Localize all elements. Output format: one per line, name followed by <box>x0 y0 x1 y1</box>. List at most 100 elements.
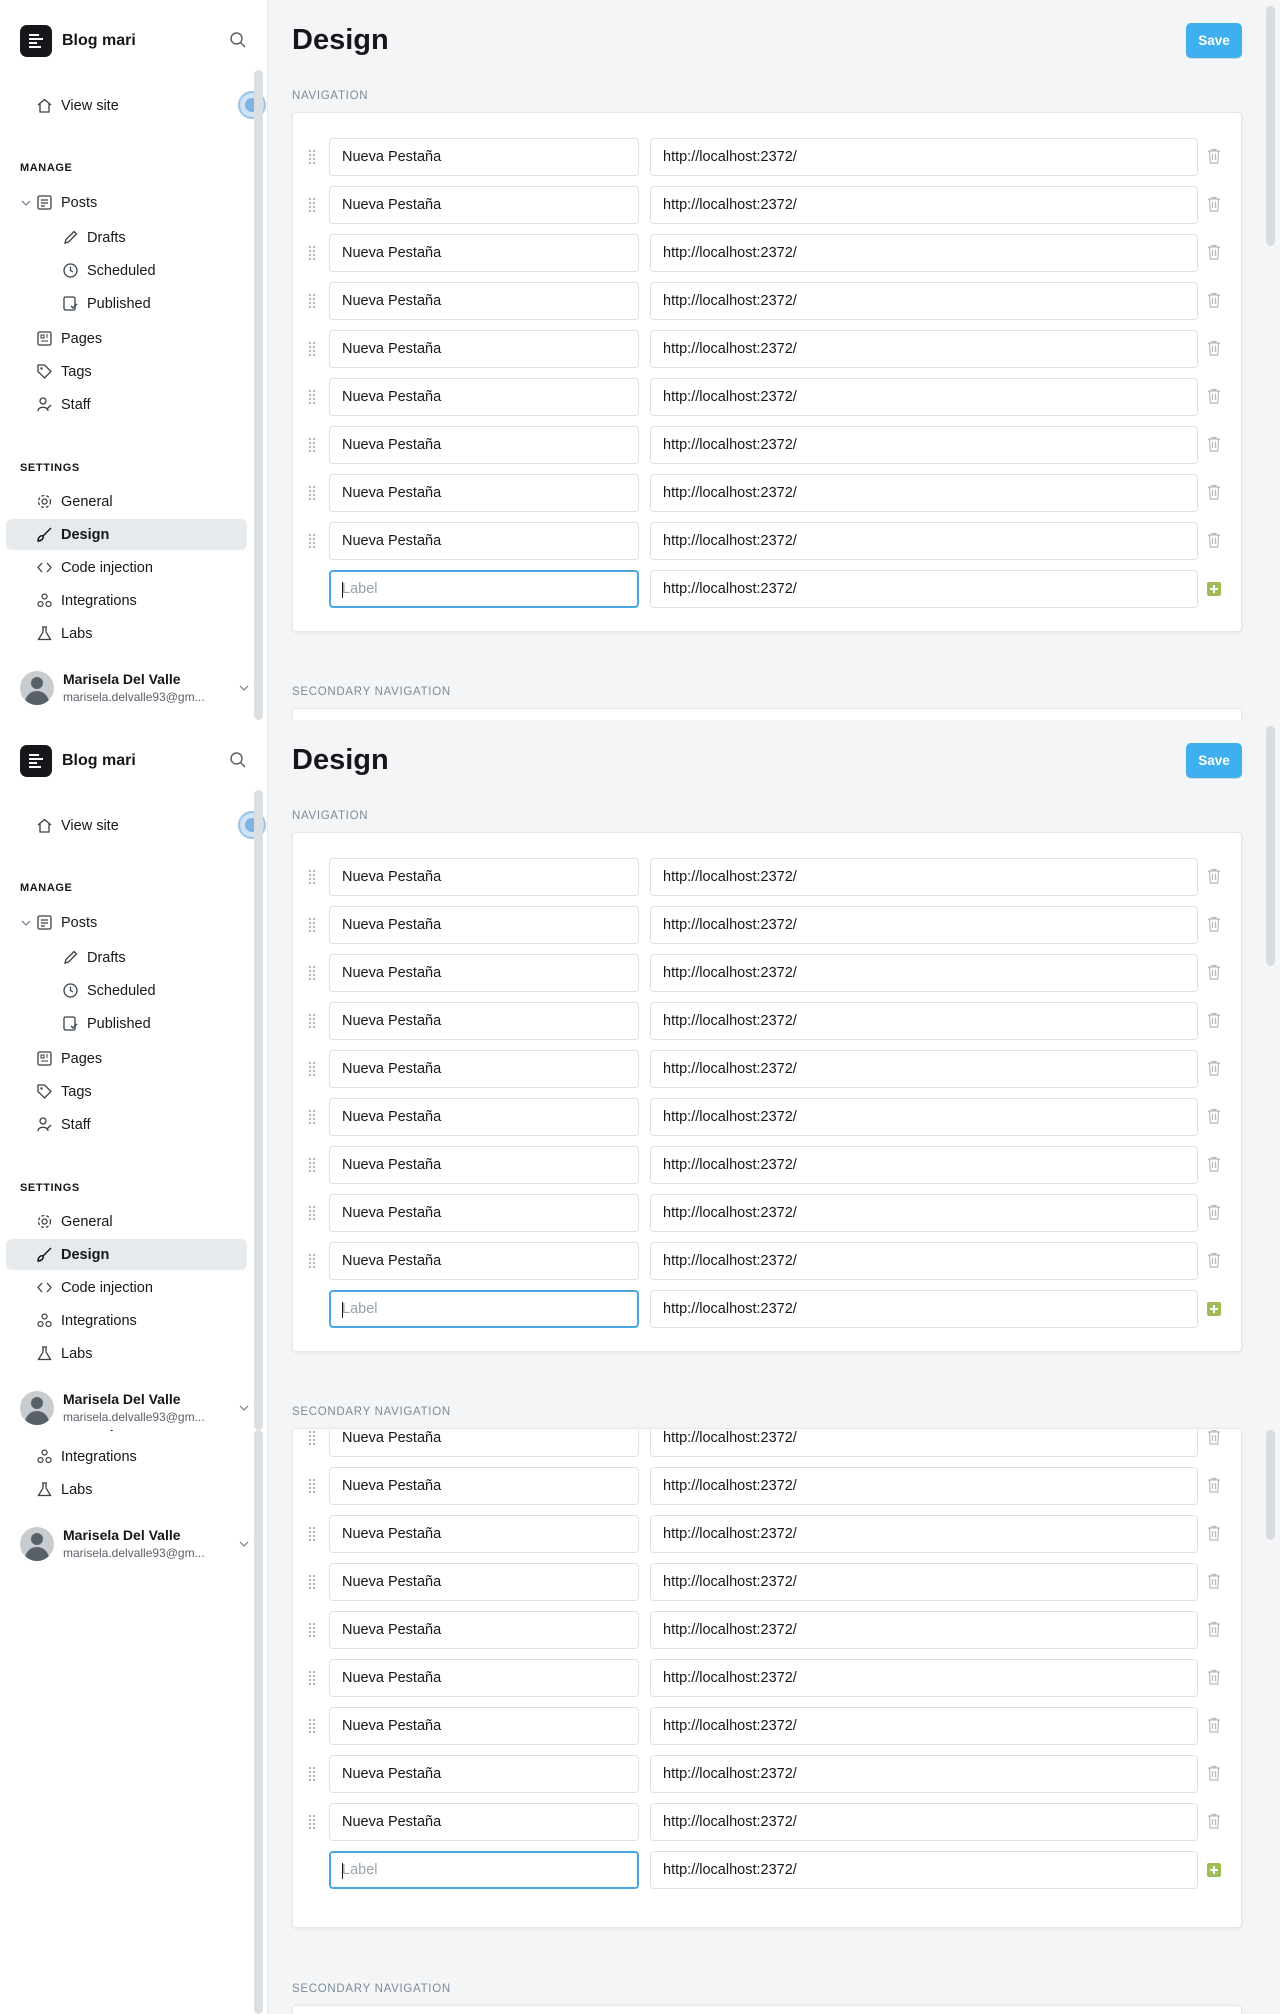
nav-view-site[interactable]: View site <box>6 810 247 841</box>
nav-label-input[interactable]: Nueva Pestaña <box>329 186 639 224</box>
nav-drafts[interactable]: Drafts <box>6 222 247 253</box>
blog-logo[interactable] <box>20 745 52 777</box>
new-url-input[interactable]: http://localhost:2372/ <box>650 570 1198 608</box>
trash-icon[interactable] <box>1207 1252 1221 1268</box>
drag-handle-icon[interactable] <box>308 965 316 981</box>
nav-design[interactable]: Design <box>6 519 247 550</box>
drag-handle-icon[interactable] <box>308 1574 316 1590</box>
nav-general[interactable]: General <box>6 1206 247 1237</box>
page-scrollbar[interactable] <box>1266 1430 1275 1540</box>
new-label-input[interactable]: Label <box>329 1290 639 1328</box>
avatar[interactable] <box>20 1527 54 1561</box>
nav-label-input[interactable]: Nueva Pestaña <box>329 1146 639 1184</box>
new-label-input[interactable]: Label <box>329 1851 639 1889</box>
drag-handle-icon[interactable] <box>308 1157 316 1173</box>
trash-icon[interactable] <box>1207 1012 1221 1028</box>
nav-url-input[interactable]: http://localhost:2372/ <box>650 426 1198 464</box>
nav-label-input[interactable]: Nueva Pestaña <box>329 138 639 176</box>
trash-icon[interactable] <box>1207 1430 1221 1445</box>
nav-url-input[interactable]: http://localhost:2372/ <box>650 378 1198 416</box>
nav-design[interactable]: Design <box>6 1239 247 1270</box>
nav-url-input[interactable]: http://localhost:2372/ <box>650 954 1198 992</box>
trash-icon[interactable] <box>1207 916 1221 932</box>
nav-tags[interactable]: Tags <box>6 1076 247 1107</box>
nav-label-input[interactable]: Nueva Pestaña <box>329 1242 639 1280</box>
nav-url-input[interactable]: http://localhost:2372/ <box>650 1563 1198 1601</box>
nav-url-input[interactable]: http://localhost:2372/ <box>650 1611 1198 1649</box>
drag-handle-icon[interactable] <box>308 389 316 405</box>
trash-icon[interactable] <box>1207 1717 1221 1733</box>
trash-icon[interactable] <box>1207 868 1221 884</box>
nav-pages[interactable]: Pages <box>6 323 247 354</box>
trash-icon[interactable] <box>1207 1108 1221 1124</box>
nav-drafts[interactable]: Drafts <box>6 942 247 973</box>
add-icon[interactable] <box>1207 1863 1221 1877</box>
trash-icon[interactable] <box>1207 244 1221 260</box>
nav-staff[interactable]: Staff <box>6 389 247 420</box>
user-menu[interactable]: Marisela Del Valle marisela.delvalle93@gm… <box>20 668 250 708</box>
nav-posts[interactable]: Posts <box>6 187 247 218</box>
nav-url-input[interactable]: http://localhost:2372/ <box>650 1146 1198 1184</box>
nav-labs[interactable]: Labs <box>6 1474 247 1505</box>
drag-handle-icon[interactable] <box>308 869 316 885</box>
page-scrollbar[interactable] <box>1266 6 1275 246</box>
sidebar-scrollbar[interactable] <box>254 790 263 1430</box>
drag-handle-icon[interactable] <box>308 1766 316 1782</box>
drag-handle-icon[interactable] <box>308 149 316 165</box>
nav-url-input[interactable]: http://localhost:2372/ <box>650 1430 1198 1457</box>
drag-handle-icon[interactable] <box>308 1430 316 1446</box>
nav-url-input[interactable]: http://localhost:2372/ <box>650 1050 1198 1088</box>
nav-published[interactable]: Published <box>6 288 247 319</box>
nav-url-input[interactable]: http://localhost:2372/ <box>650 1098 1198 1136</box>
new-url-input[interactable]: http://localhost:2372/ <box>650 1851 1198 1889</box>
drag-handle-icon[interactable] <box>308 1109 316 1125</box>
drag-handle-icon[interactable] <box>308 1253 316 1269</box>
nav-integrations[interactable]: Integrations <box>6 585 247 616</box>
trash-icon[interactable] <box>1207 1204 1221 1220</box>
nav-label-input[interactable]: Nueva Pestaña <box>329 1755 639 1793</box>
nav-label-input[interactable]: Nueva Pestaña <box>329 522 639 560</box>
nav-url-input[interactable]: http://localhost:2372/ <box>650 858 1198 896</box>
nav-url-input[interactable]: http://localhost:2372/ <box>650 1194 1198 1232</box>
nav-integrations[interactable]: Integrations <box>6 1441 247 1472</box>
nav-label-input[interactable]: Nueva Pestaña <box>329 474 639 512</box>
avatar[interactable] <box>20 1391 54 1425</box>
nav-label-input[interactable]: Nueva Pestaña <box>329 1098 639 1136</box>
nav-url-input[interactable]: http://localhost:2372/ <box>650 522 1198 560</box>
trash-icon[interactable] <box>1207 1813 1221 1829</box>
trash-icon[interactable] <box>1207 436 1221 452</box>
nav-label-input[interactable]: Nueva Pestaña <box>329 1611 639 1649</box>
drag-handle-icon[interactable] <box>308 533 316 549</box>
trash-icon[interactable] <box>1207 148 1221 164</box>
trash-icon[interactable] <box>1207 1573 1221 1589</box>
user-menu[interactable]: Marisela Del Valle marisela.delvalle93@gm… <box>20 1524 250 1564</box>
drag-handle-icon[interactable] <box>308 1718 316 1734</box>
trash-icon[interactable] <box>1207 196 1221 212</box>
chevron-down-icon[interactable] <box>238 682 250 694</box>
nav-url-input[interactable]: http://localhost:2372/ <box>650 906 1198 944</box>
nav-view-site[interactable]: View site <box>6 90 247 121</box>
nav-label-input[interactable]: Nueva Pestaña <box>329 1002 639 1040</box>
drag-handle-icon[interactable] <box>308 293 316 309</box>
nav-label-input[interactable]: Nueva Pestaña <box>329 1430 639 1457</box>
nav-label-input[interactable]: Nueva Pestaña <box>329 858 639 896</box>
nav-label-input[interactable]: Nueva Pestaña <box>329 234 639 272</box>
trash-icon[interactable] <box>1207 1156 1221 1172</box>
nav-label-input[interactable]: Nueva Pestaña <box>329 1707 639 1745</box>
new-url-input[interactable]: http://localhost:2372/ <box>650 1290 1198 1328</box>
nav-url-input[interactable]: http://localhost:2372/ <box>650 138 1198 176</box>
trash-icon[interactable] <box>1207 1765 1221 1781</box>
drag-handle-icon[interactable] <box>308 1670 316 1686</box>
nav-url-input[interactable]: http://localhost:2372/ <box>650 474 1198 512</box>
nav-label-input[interactable]: Nueva Pestaña <box>329 954 639 992</box>
nav-url-input[interactable]: http://localhost:2372/ <box>650 234 1198 272</box>
nav-labs[interactable]: Labs <box>6 618 247 649</box>
nav-url-input[interactable]: http://localhost:2372/ <box>650 1755 1198 1793</box>
drag-handle-icon[interactable] <box>308 1814 316 1830</box>
drag-handle-icon[interactable] <box>308 437 316 453</box>
trash-icon[interactable] <box>1207 532 1221 548</box>
drag-handle-icon[interactable] <box>308 197 316 213</box>
trash-icon[interactable] <box>1207 1477 1221 1493</box>
chevron-down-icon[interactable] <box>238 1402 250 1414</box>
nav-url-input[interactable]: http://localhost:2372/ <box>650 1803 1198 1841</box>
